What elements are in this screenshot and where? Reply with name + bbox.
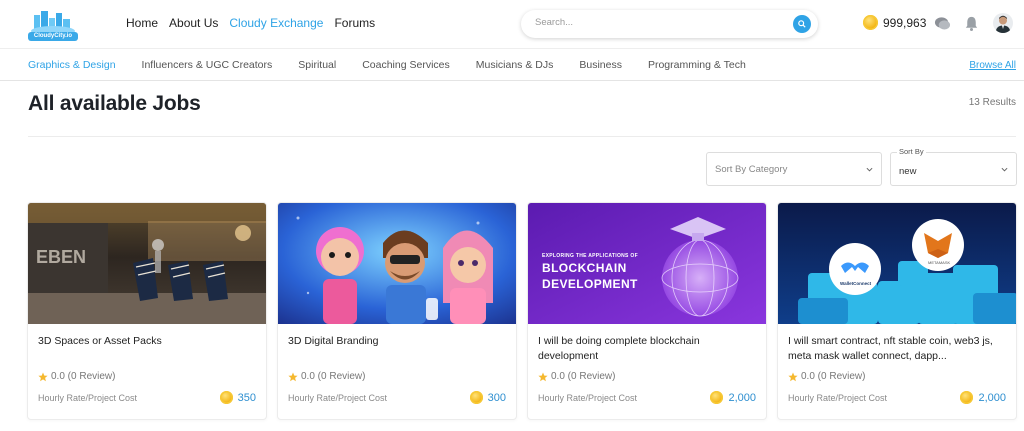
star-icon <box>288 372 298 381</box>
chevron-down-icon <box>866 167 873 172</box>
category-business[interactable]: Business <box>579 59 622 71</box>
rate-label: Hourly Rate/Project Cost <box>538 393 638 403</box>
coin-icon <box>960 391 974 404</box>
category-graphics-design[interactable]: Graphics & Design <box>28 59 116 71</box>
job-title[interactable]: 3D Digital Branding <box>288 334 510 349</box>
rate-label: Hourly Rate/Project Cost <box>288 393 388 403</box>
nav-cloudy-exchange[interactable]: Cloudy Exchange <box>229 16 323 30</box>
main-nav: Home About Us Cloudy Exchange Forums <box>126 16 375 30</box>
nav-forums[interactable]: Forums <box>334 16 375 30</box>
balance-value: 999,963 <box>883 15 927 30</box>
search-icon <box>798 20 806 28</box>
rating-text: 0.0 (0 Review) <box>801 371 866 382</box>
star-icon <box>538 372 548 381</box>
category-coaching-services[interactable]: Coaching Services <box>362 59 450 71</box>
job-card[interactable]: 3D Digital Branding 0.0 (0 Review) Hourl… <box>277 202 517 420</box>
job-rating: 0.0 (0 Review) <box>38 371 115 382</box>
price-value: 2,000 <box>728 391 756 404</box>
category-select-value: Sort By Category <box>715 164 788 175</box>
job-rating: 0.0 (0 Review) <box>538 371 615 382</box>
rate-label: Hourly Rate/Project Cost <box>38 393 138 403</box>
nav-home[interactable]: Home <box>126 16 158 30</box>
notification-bell-icon[interactable] <box>963 15 980 32</box>
coin-icon <box>710 391 724 404</box>
job-title[interactable]: I will be doing complete blockchain deve… <box>538 334 760 364</box>
job-title[interactable]: 3D Spaces or Asset Packs <box>38 334 260 349</box>
nav-about-us[interactable]: About Us <box>169 16 218 30</box>
job-rating: 0.0 (0 Review) <box>788 371 865 382</box>
svg-text:EBEN: EBEN <box>36 247 86 267</box>
search-input[interactable] <box>535 17 785 28</box>
logo-text: CloudyCity.io <box>28 32 78 41</box>
browse-all-link[interactable]: Browse All <box>969 60 1016 71</box>
chat-icon[interactable] <box>934 15 951 32</box>
top-navigation-bar: CloudyCity.io Home About Us Cloudy Excha… <box>0 0 1024 48</box>
star-icon <box>38 372 48 381</box>
star-icon <box>788 372 798 381</box>
category-list: Graphics & Design Influencers & UGC Crea… <box>28 59 746 71</box>
thumb-line1: BLOCKCHAIN <box>542 261 627 275</box>
cloudycity-logo[interactable]: CloudyCity.io <box>28 9 78 41</box>
sort-select[interactable]: new <box>890 152 1017 186</box>
sort-select-value: new <box>899 166 917 177</box>
job-thumbnail: EBEN <box>28 203 266 324</box>
thumb-metamask: METAMASK <box>928 260 951 265</box>
rate-label: Hourly Rate/Project Cost <box>788 393 888 403</box>
rating-text: 0.0 (0 Review) <box>301 371 366 382</box>
category-musicians-djs[interactable]: Musicians & DJs <box>476 59 554 71</box>
category-spiritual[interactable]: Spiritual <box>298 59 336 71</box>
sort-label: Sort By <box>897 147 926 156</box>
rating-text: 0.0 (0 Review) <box>51 371 116 382</box>
job-title[interactable]: I will smart contract, nft stable coin, … <box>788 334 1010 364</box>
page-title: All available Jobs <box>28 92 201 115</box>
search-bar <box>521 10 818 38</box>
price-value: 300 <box>487 391 506 404</box>
job-card[interactable]: EBEN 3D Spaces or Asset Packs 0.0 (0 Rev… <box>27 202 267 420</box>
thumb-small-text: EXPLORING THE APPLICATIONS OF <box>542 253 638 259</box>
job-price: 2,000 <box>710 391 756 404</box>
job-thumbnail: WalletConnect METAMASK <box>778 203 1016 324</box>
category-influencers-ugc[interactable]: Influencers & UGC Creators <box>142 59 273 71</box>
thumb-walletconnect: WalletConnect <box>840 281 872 286</box>
coin-icon <box>863 15 878 30</box>
chevron-down-icon <box>1001 167 1008 172</box>
job-card[interactable]: WalletConnect METAMASK I will smart cont… <box>777 202 1017 420</box>
search-button[interactable] <box>793 15 811 33</box>
coin-icon <box>469 391 483 404</box>
job-thumbnail <box>278 203 516 324</box>
user-avatar[interactable] <box>993 13 1013 33</box>
coin-icon <box>219 391 233 404</box>
job-price: 300 <box>469 391 506 404</box>
price-value: 350 <box>237 391 256 404</box>
price-value: 2,000 <box>978 391 1006 404</box>
wallet-balance[interactable]: 999,963 <box>863 15 926 30</box>
job-card[interactable]: EXPLORING THE APPLICATIONS OF BLOCKCHAIN… <box>527 202 767 420</box>
job-thumbnail: EXPLORING THE APPLICATIONS OF BLOCKCHAIN… <box>528 203 766 324</box>
rating-text: 0.0 (0 Review) <box>551 371 616 382</box>
category-select[interactable]: Sort By Category <box>706 152 882 186</box>
category-bar: Graphics & Design Influencers & UGC Crea… <box>0 48 1024 81</box>
job-price: 2,000 <box>960 391 1006 404</box>
job-rating: 0.0 (0 Review) <box>288 371 365 382</box>
category-programming-tech[interactable]: Programming & Tech <box>648 59 746 71</box>
job-price: 350 <box>219 391 256 404</box>
results-count: 13 Results <box>968 97 1016 108</box>
thumb-line2: DEVELOPMENT <box>542 277 638 291</box>
divider <box>28 136 1016 137</box>
